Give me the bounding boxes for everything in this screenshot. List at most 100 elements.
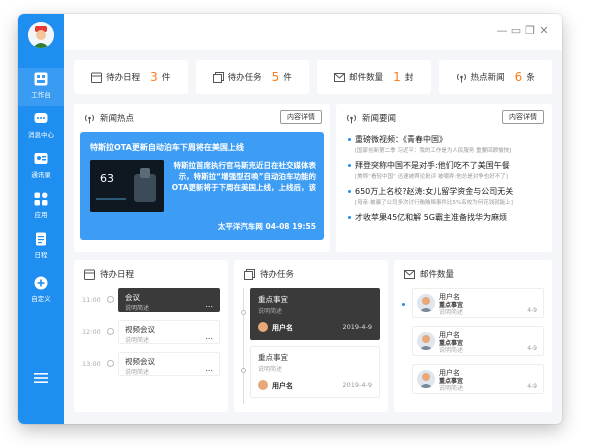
sidebar-item-label: 自定义: [31, 295, 51, 303]
news-subtitle: [国家创新第二季 习近平：我的工作是为人民服务 重要回顾愉快]: [355, 148, 512, 154]
task-desc: 说明简述: [258, 308, 283, 315]
maximize-button[interactable]: ❐: [524, 25, 536, 37]
panel-header: 待办任务: [244, 268, 294, 280]
news-title: 拜登突称中国不是对手:他们吃不了美国午餐: [355, 161, 510, 170]
stat-count: 3: [150, 70, 158, 84]
more-icon[interactable]: ...: [205, 300, 213, 309]
sidebar-item-contacts[interactable]: 通讯录: [18, 152, 64, 192]
sidebar-item-label: 应用: [34, 211, 48, 219]
stat-label: 邮件数量: [349, 73, 384, 83]
mail-date: 4-9: [527, 345, 537, 352]
tasks-panel: 待办任务 重点事宜 说明简述 用户名 2019-4-9 重点事宜 说明简述 用户: [234, 260, 388, 412]
stat-count: 5: [271, 70, 280, 84]
clock-icon: [107, 360, 114, 367]
main-area: — ▭ ❐ ✕ 待办日程 3 件 待办任务 5 件 邮件数量 1 封 热点新闻 …: [64, 14, 562, 424]
mail-icon: [334, 72, 346, 82]
news-item[interactable]: 拜登突称中国不是对手:他们吃不了美国午餐 [美称“看轻中国” 迅速被舆论批评 被…: [348, 160, 544, 180]
task-date: 2019-4-9: [342, 381, 372, 389]
message-icon: [34, 113, 48, 123]
schedule-name: 视频会议: [125, 357, 155, 366]
panel-title: 新闻热点: [100, 114, 135, 124]
stat-label: 待办日程: [106, 73, 141, 83]
schedule-card: 视频会议 说明简述 ...: [118, 320, 220, 344]
news-item[interactable]: 才收苹果45亿和解 5G霸主准备找华为麻烦: [348, 212, 544, 223]
schedule-icon: [36, 232, 46, 246]
unread-dot: [402, 303, 405, 306]
panel-title: 新闻要闻: [362, 114, 397, 124]
stat-count: 6: [514, 70, 523, 84]
stat-tasks[interactable]: 待办任务 5 件: [195, 60, 309, 94]
hot-news-card[interactable]: 特斯拉OTA更新自动泊车下周将在美国上线 63 特斯拉首席执行官马斯克近日在社交…: [80, 132, 324, 240]
user-avatar[interactable]: [28, 22, 54, 48]
task-card[interactable]: 重点事宜 说明简述 用户名 2019-4-9: [250, 346, 380, 398]
mail-icon: [404, 269, 415, 279]
user-avatar: [258, 380, 268, 390]
task-name: 重点事宜: [258, 353, 288, 362]
minimize-button[interactable]: —: [496, 25, 508, 37]
mail-date: 4-9: [527, 307, 537, 314]
news-subtitle: [美称“看轻中国” 迅速被舆论批评 被嘲弄:他总是对争也好不了]: [355, 174, 508, 180]
schedule-item[interactable]: 13:00 视频会议 说明简述 ...: [82, 352, 220, 376]
stat-label: 待办任务: [227, 73, 262, 83]
hot-news-image: 63: [90, 160, 164, 212]
mail-item[interactable]: 用户名 重点事宜 说明简述 4-9: [412, 326, 544, 356]
task-icon: [212, 71, 224, 83]
news-title: 才收苹果45亿和解 5G霸主准备找华为麻烦: [355, 213, 508, 222]
news-panel: 新闻要闻 内容详情 重磅微视频：《青春中国》 [国家创新第二季 习近平：我的工作…: [336, 104, 552, 252]
sidebar-item-label: 消息中心: [28, 131, 54, 139]
news-detail-button[interactable]: 内容详情: [502, 110, 544, 124]
news-subtitle: [母亲:被骗了公司多次讨行贿贿赂事件比5%名校为何花钱就能上]: [355, 200, 513, 206]
broadcast-icon: [456, 73, 466, 82]
hot-news-source: 太平洋汽车网 04-08 19:55: [217, 222, 316, 231]
clock-icon: [107, 296, 114, 303]
sidebar-item-message[interactable]: 消息中心: [18, 112, 64, 152]
panel-header: 邮件数量: [404, 268, 454, 280]
more-icon[interactable]: ...: [205, 332, 213, 341]
task-name: 重点事宜: [258, 295, 288, 304]
stat-schedule[interactable]: 待办日程 3 件: [74, 60, 188, 94]
schedule-card: 会议 说明简述 ...: [118, 288, 220, 312]
stat-unit: 条: [526, 73, 535, 83]
hot-detail-button[interactable]: 内容详情: [280, 110, 322, 124]
stat-unit: 封: [404, 73, 414, 83]
news-item[interactable]: 650万上名校?赵涛:女儿留学资金与公司无关 [母亲:被骗了公司多次讨行贿贿赂事…: [348, 186, 544, 206]
clock-icon: [107, 328, 114, 335]
timeline-line: [243, 288, 244, 404]
panel-title: 待办任务: [260, 270, 295, 280]
user-avatar: [417, 370, 435, 388]
schedule-name: 会议: [125, 293, 140, 302]
menu-icon[interactable]: [34, 372, 48, 384]
calendar-icon: [84, 269, 95, 280]
stat-mail[interactable]: 邮件数量 1 封: [317, 60, 431, 94]
hot-news-panel: 新闻热点 内容详情 特斯拉OTA更新自动泊车下周将在美国上线 63 特斯拉首席执…: [74, 104, 330, 252]
stat-unit: 件: [161, 73, 171, 83]
more-icon[interactable]: ...: [205, 364, 213, 373]
panel-header: 新闻要闻: [346, 112, 396, 124]
mail-date: 4-9: [527, 383, 537, 390]
task-card[interactable]: 重点事宜 说明简述 用户名 2019-4-9: [250, 288, 380, 340]
calendar-icon: [91, 72, 103, 83]
news-item[interactable]: 重磅微视频：《青春中国》 [国家创新第二季 习近平：我的工作是为人民服务 重要回…: [348, 134, 544, 154]
timeline-dot: [241, 310, 246, 315]
stat-news[interactable]: 热点新闻 6 条: [438, 60, 552, 94]
panel-title: 待办日程: [100, 270, 135, 280]
sidebar-item-apps[interactable]: 应用: [18, 192, 64, 232]
mail-panel: 邮件数量 用户名 重点事宜 说明简述 4-9 用户名 重点事宜 说明简述 4-9…: [394, 260, 552, 412]
schedule-time: 13:00: [82, 360, 101, 368]
restore-button[interactable]: ▭: [510, 25, 522, 37]
sidebar-item-schedule[interactable]: 日程: [18, 232, 64, 272]
news-title: 650万上名校?赵涛:女儿留学资金与公司无关: [355, 187, 514, 196]
mail-item[interactable]: 用户名 重点事宜 说明简述 4-9: [412, 364, 544, 394]
sidebar-item-workbench[interactable]: 工作台: [18, 68, 64, 112]
schedule-name: 视频会议: [125, 325, 155, 334]
close-button[interactable]: ✕: [538, 25, 550, 37]
task-footer: 用户名 2019-4-9: [258, 322, 372, 333]
schedule-item[interactable]: 11:00 会议 说明简述 ...: [82, 288, 220, 312]
mail-item[interactable]: 用户名 重点事宜 说明简述 4-9: [412, 288, 544, 318]
schedule-item[interactable]: 12:00 视频会议 说明简述 ...: [82, 320, 220, 344]
mail-desc: 说明简述: [439, 309, 464, 316]
stat-unit: 件: [283, 73, 292, 83]
title-bar: — ▭ ❐ ✕: [64, 14, 562, 50]
sidebar-item-custom[interactable]: 自定义: [18, 276, 64, 316]
news-title: 重磅微视频：《青春中国》: [355, 135, 447, 144]
